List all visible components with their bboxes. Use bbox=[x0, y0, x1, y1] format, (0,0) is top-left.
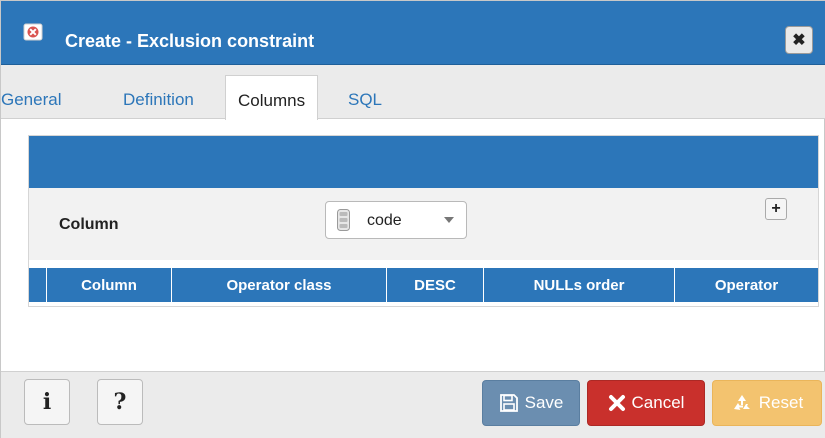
tab-general[interactable]: General bbox=[1, 90, 61, 110]
tab-columns[interactable]: Columns bbox=[225, 75, 319, 120]
save-button[interactable]: Save bbox=[482, 380, 580, 426]
close-icon bbox=[608, 395, 625, 411]
grid-header-column: Column bbox=[47, 268, 172, 302]
column-select-row: Column code + bbox=[29, 188, 818, 260]
tab-bar: General Definition Columns SQL bbox=[1, 65, 825, 120]
exclusion-constraint-dialog: Create - Exclusion constraint ✖ General … bbox=[0, 0, 825, 438]
floppy-disk-icon bbox=[499, 394, 518, 412]
info-button[interactable]: i bbox=[24, 379, 70, 425]
help-icon: ? bbox=[113, 389, 127, 415]
columns-grid-header: Column Operator class DESC NULLs order O… bbox=[29, 268, 818, 302]
grid-header-operator-class: Operator class bbox=[172, 268, 387, 302]
column-label: Column bbox=[59, 216, 119, 233]
exclusion-constraint-icon bbox=[23, 23, 43, 41]
dialog-title-bar[interactable]: Create - Exclusion constraint ✖ bbox=[1, 1, 825, 65]
chevron-down-icon bbox=[444, 217, 454, 223]
save-label: Save bbox=[524, 393, 564, 412]
plus-icon: + bbox=[771, 200, 781, 217]
grid-header-operator: Operator bbox=[714, 276, 779, 294]
grid-header-nulls-order: NULLs order bbox=[484, 268, 675, 302]
grid-header-spacer bbox=[29, 268, 47, 302]
info-icon: i bbox=[42, 389, 52, 415]
dialog-footer: i ? Save Cancel Reset bbox=[1, 371, 825, 438]
close-button[interactable]: ✖ bbox=[785, 26, 813, 54]
dialog-title: Create - Exclusion constraint bbox=[65, 31, 315, 51]
tab-definition[interactable]: Definition bbox=[123, 90, 194, 110]
reset-label: Reset bbox=[758, 393, 804, 412]
reset-button[interactable]: Reset bbox=[712, 380, 822, 426]
cancel-button[interactable]: Cancel bbox=[587, 380, 705, 426]
help-button[interactable]: ? bbox=[97, 379, 143, 425]
panel-header bbox=[29, 136, 818, 188]
recycle-icon bbox=[733, 395, 750, 410]
add-column-button[interactable]: + bbox=[765, 198, 787, 220]
grid-header-desc: DESC bbox=[387, 268, 484, 302]
columns-panel: Column code + Column Operator class DESC bbox=[28, 135, 819, 307]
column-select[interactable]: code bbox=[325, 201, 467, 239]
column-select-value: code bbox=[367, 212, 402, 229]
cancel-label: Cancel bbox=[631, 393, 685, 412]
close-icon: ✖ bbox=[792, 32, 806, 49]
database-icon bbox=[337, 209, 350, 231]
tab-sql[interactable]: SQL bbox=[348, 90, 382, 110]
